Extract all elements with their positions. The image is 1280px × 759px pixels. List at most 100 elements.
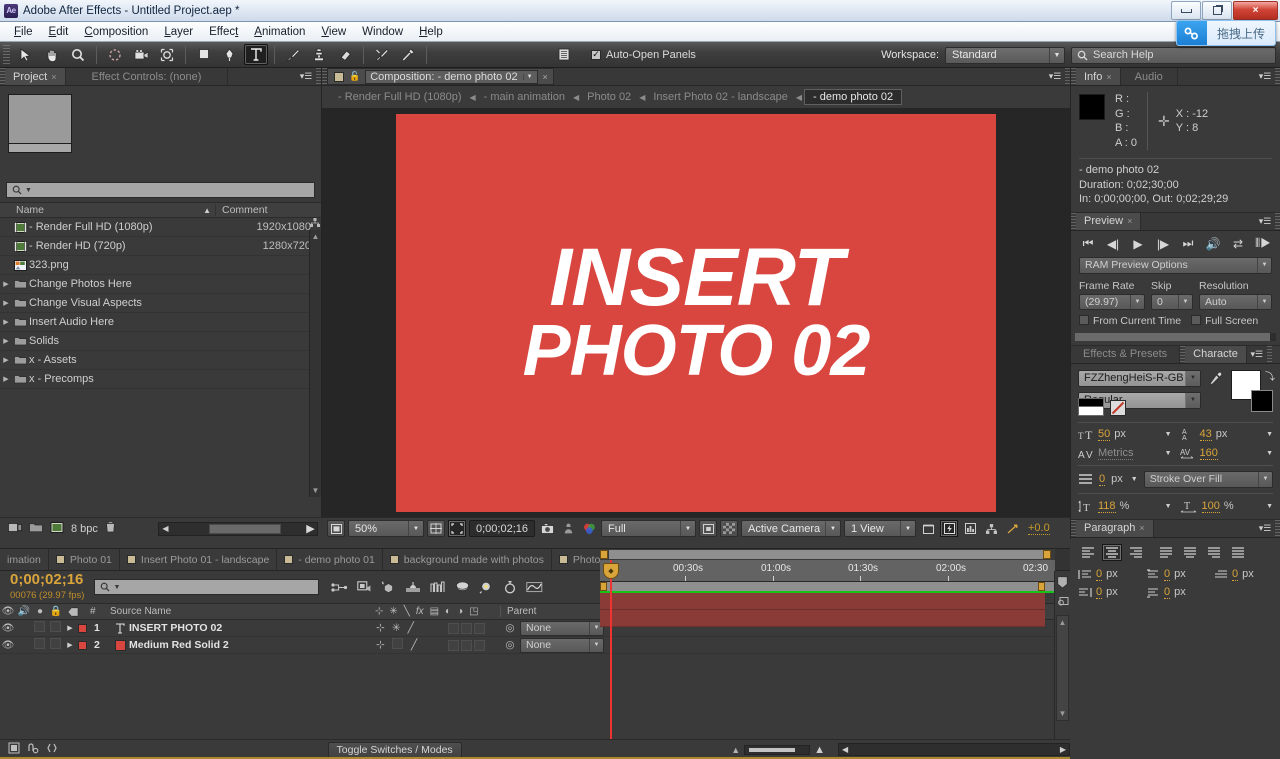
close-icon[interactable]: × [543,72,548,82]
list-item[interactable]: ▶ Insert Audio Here [0,313,321,332]
close-button[interactable]: × [1233,1,1278,20]
full-screen-checkbox[interactable]: Full Screen [1191,315,1258,327]
list-item[interactable]: - Render Full HD (1080p) 1920x1080 [0,218,321,237]
project-item-list[interactable]: - Render Full HD (1080p) 1920x1080 - Ren… [0,218,321,485]
reset-exposure-icon[interactable] [1003,520,1021,537]
timeline-current-time[interactable]: 0;00;02;16 00076 (29.97 fps) [0,572,84,603]
parent-select[interactable]: None ▼ [520,621,604,636]
sort-ascending-icon[interactable]: ▲ [203,206,211,215]
parent-select[interactable]: None ▼ [520,638,604,653]
enable-motion-blur-icon[interactable] [430,581,446,594]
close-icon[interactable]: × [51,72,56,82]
brush-tool-icon[interactable] [281,44,305,65]
search-help-input[interactable]: Search Help [1071,47,1276,64]
scroll-right-icon[interactable]: ▶ [1060,745,1066,754]
layer-name[interactable]: Medium Red Solid 2 [129,639,376,651]
list-item[interactable]: - Render HD (720p) 1280x720 [0,237,321,256]
playhead-handle[interactable]: ◆ [603,563,619,579]
chevron-down-icon[interactable]: ▼ [1266,503,1273,510]
layer-lock-toggle[interactable] [48,638,64,652]
space-before-row[interactable]: 0 px [1146,568,1204,581]
parent-pickwhip-icon[interactable]: ◎ [500,622,520,634]
roto-brush-tool-icon[interactable] [370,44,394,65]
ram-preview-options-select[interactable]: RAM Preview Options ▼ [1079,257,1272,274]
quality-switch-icon[interactable]: ╱ [411,639,417,651]
menu-composition[interactable]: Composition [76,24,156,40]
choose-grid-guides-icon[interactable] [427,520,445,537]
composition-panel-menu-icon[interactable]: ▾☰ [1045,68,1065,85]
chevron-down-icon[interactable]: ▼ [1131,476,1138,483]
indent-first-row[interactable]: 0 px [1214,568,1272,581]
toggle-transparency-grid-icon[interactable] [327,520,345,537]
expand-triangle-icon[interactable]: ▶ [0,375,12,383]
tracking-row[interactable]: AV 160 ▼ [1180,447,1274,460]
tab-audio[interactable]: Audio [1121,68,1178,85]
list-item[interactable]: 323.png [0,256,321,275]
timeline-horizontal-scrollbar[interactable]: ◀ ▶ [838,743,1070,756]
preview-panel-menu-icon[interactable]: ▾☰ [1255,213,1275,230]
comp-marker-icon[interactable] [1055,571,1070,593]
menu-edit[interactable]: Edit [41,24,77,40]
shy-switch-icon[interactable]: ⊹ [376,622,385,634]
pan-behind-tool-icon[interactable] [155,44,179,65]
layer-lock-toggle[interactable] [48,621,64,635]
new-folder-icon[interactable] [29,522,43,536]
resolution-select[interactable]: Full ▼ [601,520,696,537]
info-panel-menu-icon[interactable]: ▾☰ [1255,68,1275,85]
space-after-value[interactable]: 0 [1164,586,1170,599]
no-color-icon[interactable] [1110,400,1126,416]
align-center-button[interactable] [1102,544,1122,561]
region-of-interest-icon[interactable] [448,520,466,537]
show-channel-icon[interactable] [580,520,598,537]
indent-right-value[interactable]: 0 [1096,586,1102,599]
menu-effect[interactable]: Effect [201,24,246,40]
composition-name-select[interactable]: Composition: - demo photo 02 ▼ [365,70,537,84]
timeline-graph-area[interactable]: 00:30s 01:00s 01:30s 02:00s 02:30 ◆ [600,549,1055,759]
close-icon[interactable]: × [1139,523,1144,533]
scroll-down-icon[interactable]: ▼ [1057,709,1068,718]
space-before-value[interactable]: 0 [1164,568,1170,581]
pixel-aspect-correction-icon[interactable] [919,520,937,537]
zoom-slider[interactable] [744,745,810,755]
layer-duration-bar[interactable] [600,610,1045,627]
layer-label-color[interactable] [76,624,89,633]
hide-shy-layers-icon[interactable] [381,581,396,594]
paragraph-panel-menu-icon[interactable]: ▾☰ [1255,520,1275,537]
exposure-value[interactable]: +0.0 [1028,522,1050,535]
shape-tool-icon[interactable] [192,44,216,65]
timeline-search-input[interactable]: ▼ [94,579,319,595]
layer-switches[interactable]: ⊹ ✳ ╱ [376,622,424,634]
timeline-zoom-control[interactable]: ▲ ▲ [731,744,825,756]
tab-demo-photo-01[interactable]: - demo photo 01 [277,549,382,570]
drag-upload-overlay[interactable]: 拖拽上传 [1176,20,1276,46]
tab-preview[interactable]: Preview × [1076,213,1141,230]
timeline-view-icon[interactable] [961,520,979,537]
chevron-down-icon[interactable]: ▼ [1165,503,1172,510]
stroke-width-value[interactable]: 0 [1099,473,1105,486]
switches-modes-toggle-icon[interactable] [27,742,39,757]
expand-triangle-icon[interactable]: ▶ [0,356,12,364]
scroll-thumb[interactable] [209,524,281,534]
layer-switch-boxes[interactable] [448,623,486,634]
layer-source-icon[interactable] [1055,593,1070,609]
tab-effect-controls[interactable]: Effect Controls: (none) [66,68,229,85]
lock-icon[interactable]: 🔓 [349,71,360,82]
expand-triangle-icon[interactable]: ▶ [0,318,12,326]
timeline-vertical-scrollbar[interactable]: ▲ ▼ [1056,615,1069,721]
expand-triangle-icon[interactable]: ▶ [0,337,12,345]
preview-panel-grip[interactable] [1071,213,1076,230]
list-item[interactable]: ▶ Change Photos Here [0,275,321,294]
camera-select[interactable]: Active Camera ▼ [741,520,841,537]
layer-name[interactable]: INSERT PHOTO 02 [129,622,376,634]
indent-first-value[interactable]: 0 [1232,568,1238,581]
enable-frame-blending-icon[interactable] [405,581,421,593]
justify-last-right-button[interactable] [1204,544,1224,561]
layer-solo-toggle[interactable] [32,638,48,652]
tab-main-animation[interactable]: imation [0,549,49,570]
info-panel-grip-right[interactable] [1275,68,1280,85]
project-horizontal-scrollbar[interactable]: ◀ ▶ [158,522,318,536]
collapse-switch-placeholder[interactable] [392,638,404,652]
composition-mini-flowchart-icon[interactable] [331,582,348,593]
leading-row[interactable]: AA 43 px ▼ [1180,428,1274,441]
indent-right-row[interactable]: 0 px [1078,586,1136,599]
